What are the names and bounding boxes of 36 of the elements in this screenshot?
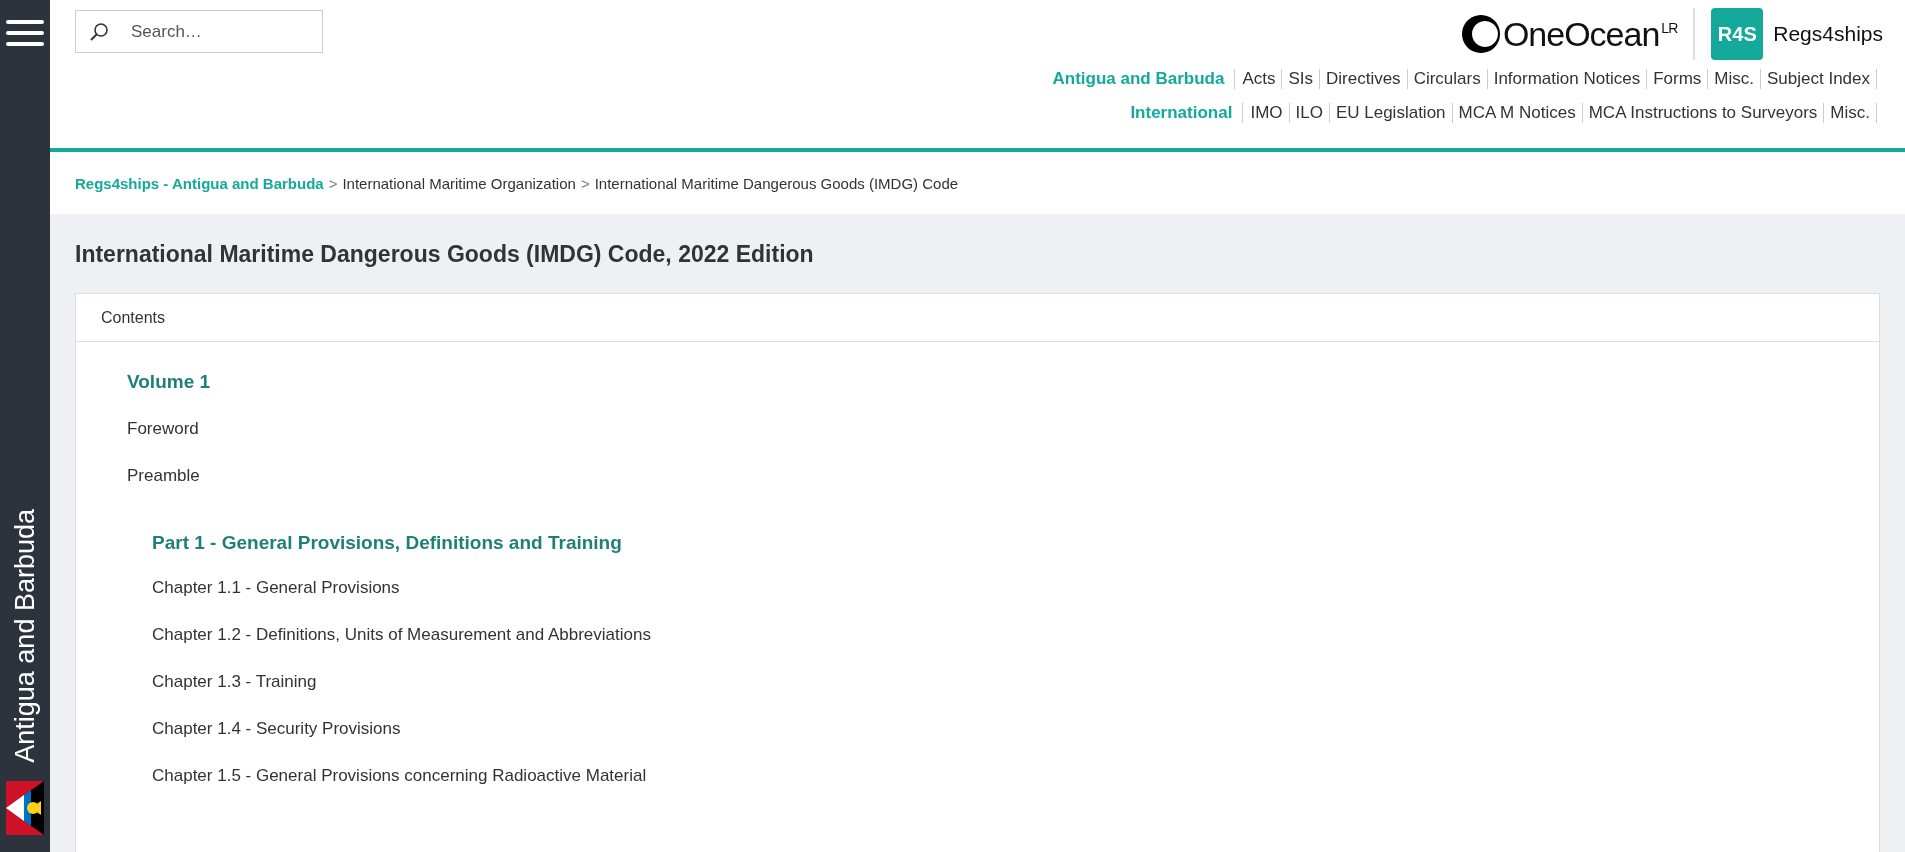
nav-link[interactable]: IMO xyxy=(1250,103,1290,123)
nav-link[interactable]: Circulars xyxy=(1413,69,1488,89)
nav-link[interactable]: MCA Instructions to Surveyors xyxy=(1588,103,1825,123)
section-heading-link[interactable]: Volume 1 xyxy=(127,358,211,405)
search-icon xyxy=(89,22,109,42)
contents-link[interactable]: Chapter 1.5 - General Provisions concerning Radioactive Material xyxy=(152,752,647,799)
contents-link[interactable]: Preamble xyxy=(127,452,200,499)
nav-link[interactable]: Information Notices xyxy=(1493,69,1648,89)
page-title: International Maritime Dangerous Goods (IMDG) Code, 2022 Edition xyxy=(75,241,815,268)
contents-link[interactable]: Chapter 1.1 - General Provisions xyxy=(152,564,400,611)
nav-link[interactable]: Directives xyxy=(1326,69,1408,89)
nav-link[interactable]: EU Legislation xyxy=(1335,103,1453,123)
oneocean-logo[interactable]: OneOcean$^{LR}$ xyxy=(1460,14,1678,54)
contents-link[interactable]: Chapter 1.4 - Security Provisions xyxy=(152,705,401,752)
breadcrumb-separator: > xyxy=(580,174,590,192)
contents-link[interactable]: Chapter 1.2 - Definitions, Units of Measurement and Abbreviations xyxy=(152,611,651,658)
search-field[interactable]: Search… xyxy=(75,10,323,53)
nav-link[interactable]: SIs xyxy=(1288,69,1320,89)
flag-icon[interactable] xyxy=(6,781,44,835)
nav-link[interactable]: MCA M Notices xyxy=(1458,103,1583,123)
nav-link[interactable]: Subject Index xyxy=(1767,69,1877,89)
section-heading-link[interactable]: Part 1 - General Provisions, Definitions and Training xyxy=(152,522,622,564)
menu-icon[interactable] xyxy=(6,20,44,46)
breadcrumb-item: International Maritime Dangerous Goods (IMDG) Code xyxy=(594,174,959,192)
region-label[interactable]: Antigua and Barbuda xyxy=(9,509,41,763)
contents-link[interactable]: Foreword xyxy=(127,405,199,452)
nav-link[interactable]: Forms xyxy=(1653,69,1709,89)
contents-link[interactable]: Chapter 1.3 - Training xyxy=(152,658,317,705)
nav-link[interactable]: ILO xyxy=(1295,103,1330,123)
nav-link[interactable]: Misc. xyxy=(1830,103,1877,123)
regs4ships-logo[interactable]: R4S Regs4ships xyxy=(1711,8,1883,60)
nav-link[interactable]: Misc. xyxy=(1714,69,1761,89)
nav-link[interactable]: Acts xyxy=(1242,69,1283,89)
breadcrumb-separator: > xyxy=(328,174,338,192)
card-title: Contents xyxy=(76,294,1879,342)
breadcrumb-item: International Maritime Organization xyxy=(342,174,576,192)
